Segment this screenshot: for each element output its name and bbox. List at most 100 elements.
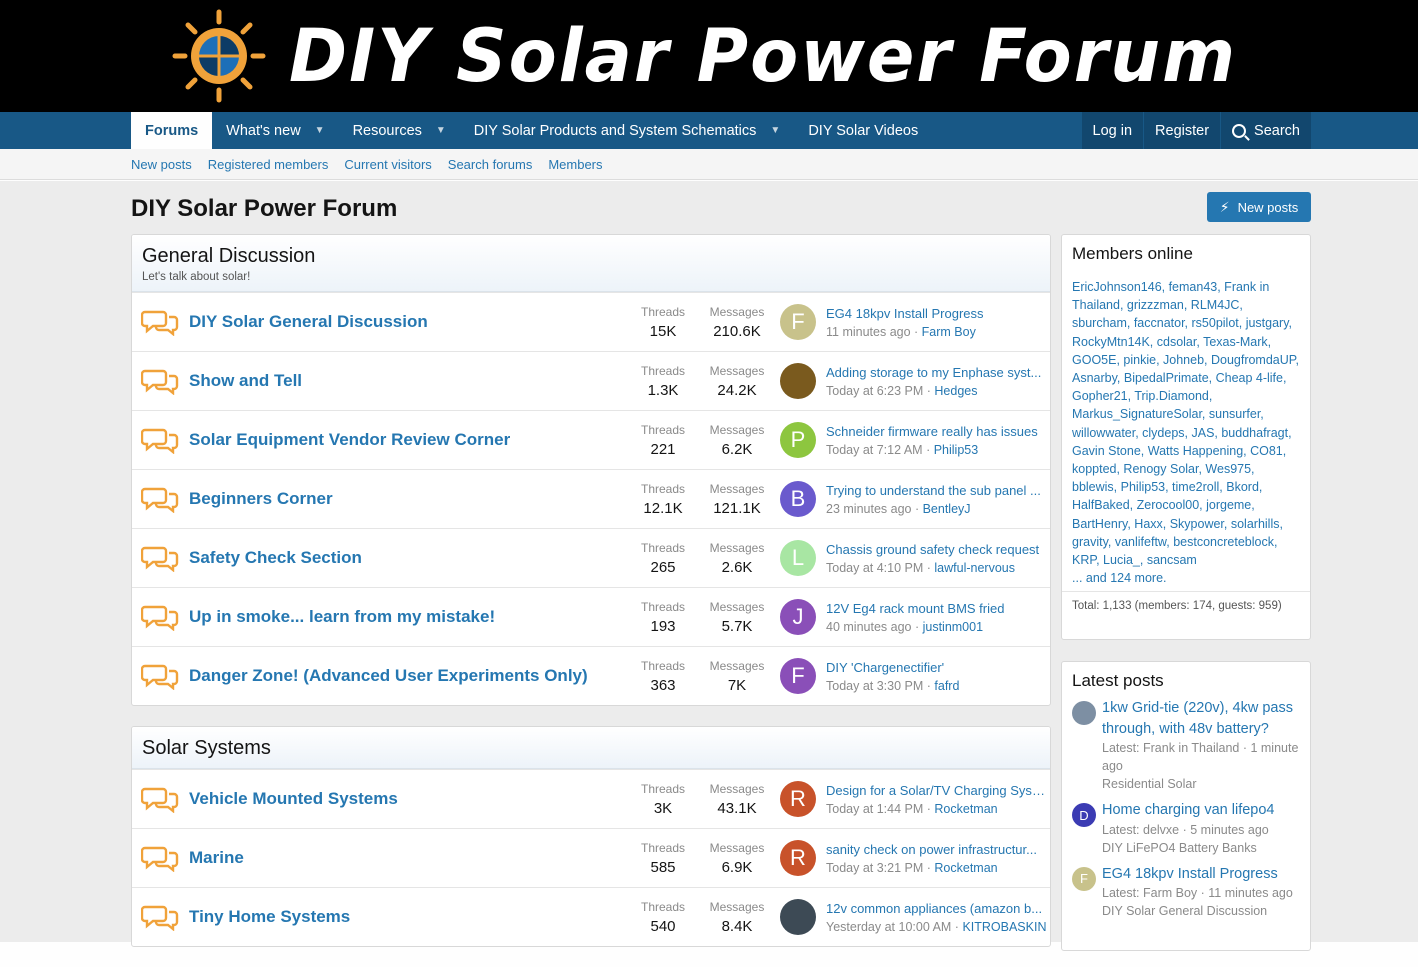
members-more-link[interactable]: ... and 124 more. — [1072, 571, 1167, 585]
forum-title-link[interactable]: DIY Solar General Discussion — [189, 312, 629, 332]
avatar[interactable]: L — [780, 540, 816, 576]
threads-stat: Threads 15K — [632, 305, 694, 340]
threads-stat: Threads 265 — [632, 541, 694, 576]
chevron-down-icon[interactable]: ▼ — [770, 125, 780, 136]
forum-title-link[interactable]: Marine — [189, 848, 629, 868]
last-post-title[interactable]: EG4 18kpv Install Progress — [826, 306, 1046, 321]
forum-chat-icon — [140, 367, 179, 396]
threads-stat: Threads 585 — [632, 841, 694, 876]
new-posts-label: New posts — [1237, 199, 1299, 215]
avatar[interactable]: F — [780, 304, 816, 340]
threads-label: Threads — [640, 363, 686, 378]
last-post-title[interactable]: Chassis ground safety check request — [826, 542, 1046, 557]
last-post-title[interactable]: Schneider firmware really has issues — [826, 424, 1046, 439]
latest-post-title[interactable]: Home charging van lifepo4 — [1102, 800, 1275, 821]
avatar[interactable] — [1072, 701, 1096, 725]
last-post-time[interactable]: Today at 7:12 AM — [826, 443, 923, 457]
last-post-user[interactable]: KITROBASKIN — [962, 920, 1046, 934]
last-post-user[interactable]: Hedges — [934, 384, 977, 398]
latest-post-title[interactable]: EG4 18kpv Install Progress — [1102, 864, 1293, 885]
last-post-time[interactable]: Today at 3:30 PM — [826, 679, 923, 693]
login-button[interactable]: Log in — [1081, 112, 1144, 149]
subnav-members[interactable]: Members — [548, 157, 602, 172]
last-post-time[interactable]: Today at 4:10 PM — [826, 561, 923, 575]
last-post-user[interactable]: lawful-nervous — [934, 561, 1015, 575]
nav-tab-products-schematics[interactable]: DIY Solar Products and System Schematics… — [460, 112, 795, 149]
latest-post-forum[interactable]: DIY LiFePO4 Battery Banks — [1102, 839, 1275, 857]
members-online-names[interactable]: EricJohnson146, feman43, Frank in Thaila… — [1072, 280, 1299, 567]
threads-count: 1.3K — [647, 381, 679, 399]
last-post-title[interactable]: 12v common appliances (amazon b... — [826, 901, 1046, 916]
avatar[interactable]: F — [1072, 866, 1096, 891]
forum-title-link[interactable]: Safety Check Section — [189, 548, 629, 568]
chevron-down-icon[interactable]: ▼ — [315, 125, 325, 136]
avatar[interactable]: R — [780, 840, 816, 876]
category-title[interactable]: Solar Systems — [142, 737, 1040, 760]
forum-chat-icon — [140, 785, 179, 814]
last-post-user[interactable]: Rocketman — [934, 861, 997, 875]
last-post-user[interactable]: justinm001 — [923, 620, 983, 634]
subnav-search-forums[interactable]: Search forums — [448, 157, 533, 172]
latest-post-forum[interactable]: Residential Solar — [1102, 775, 1300, 793]
chevron-down-icon[interactable]: ▼ — [436, 125, 446, 136]
category-description: Let's talk about solar! — [142, 271, 251, 283]
members-online-list[interactable]: EricJohnson146, feman43, Frank in Thaila… — [1062, 264, 1310, 591]
messages-count: 8.4K — [721, 917, 753, 935]
avatar[interactable] — [780, 899, 816, 935]
avatar[interactable]: P — [780, 422, 816, 458]
nav-tab-whats-new[interactable]: What's new ▼ — [212, 112, 338, 149]
last-post-user[interactable]: Rocketman — [934, 802, 997, 816]
search-button[interactable]: Search — [1221, 112, 1311, 149]
last-post-user[interactable]: Farm Boy — [922, 325, 976, 339]
site-logo[interactable]: DIY Solar Power Forum — [171, 8, 1237, 104]
forum-title-link[interactable]: Up in smoke... learn from my mistake! — [189, 607, 629, 627]
nav-tab-videos[interactable]: DIY Solar Videos — [794, 112, 932, 149]
avatar[interactable]: R — [780, 781, 816, 817]
last-post-title[interactable]: Design for a Solar/TV Charging Syst... — [826, 783, 1046, 798]
last-post-time[interactable]: 11 minutes ago — [826, 325, 911, 339]
last-post-time[interactable]: 23 minutes ago — [826, 502, 911, 516]
messages-count: 24.2K — [717, 381, 757, 399]
last-post-time[interactable]: 40 minutes ago — [826, 620, 911, 634]
last-post-title[interactable]: DIY 'Chargenectifier' — [826, 660, 1046, 675]
nav-tab-forums[interactable]: Forums — [131, 112, 213, 149]
messages-count: 43.1K — [717, 799, 757, 817]
forum-title-link[interactable]: Tiny Home Systems — [189, 907, 629, 927]
latest-post-title[interactable]: 1kw Grid-tie (220v), 4kw pass through, w… — [1102, 698, 1300, 739]
threads-count: 540 — [650, 917, 676, 935]
last-post-title[interactable]: sanity check on power infrastructur... — [826, 842, 1046, 857]
category-title[interactable]: General Discussion — [142, 245, 1040, 268]
latest-post-forum[interactable]: DIY Solar General Discussion — [1102, 902, 1293, 920]
last-post-title[interactable]: Trying to understand the sub panel ... — [826, 483, 1046, 498]
register-button[interactable]: Register — [1144, 112, 1221, 149]
last-post-time[interactable]: Today at 6:23 PM — [826, 384, 923, 398]
new-posts-button[interactable]: ⚡ New posts — [1207, 192, 1311, 222]
forum-title-link[interactable]: Danger Zone! (Advanced User Experiments … — [189, 666, 629, 686]
last-post-title[interactable]: 12V Eg4 rack mount BMS fried — [826, 601, 1046, 616]
threads-count: 265 — [650, 558, 676, 576]
last-post-time[interactable]: Today at 1:44 PM — [826, 802, 923, 816]
avatar[interactable]: J — [780, 599, 816, 635]
avatar[interactable]: F — [780, 658, 816, 694]
forum-title-link[interactable]: Show and Tell — [189, 371, 629, 391]
subnav-new-posts[interactable]: New posts — [131, 157, 192, 172]
last-post-user[interactable]: fafrd — [934, 679, 959, 693]
last-post-title[interactable]: Adding storage to my Enphase syst... — [826, 365, 1046, 380]
last-post-time[interactable]: Today at 3:21 PM — [826, 861, 923, 875]
last-post-time[interactable]: Yesterday at 10:00 AM — [826, 920, 951, 934]
last-post: 12V Eg4 rack mount BMS fried 40 minutes a… — [826, 601, 1046, 634]
nav-tab-resources[interactable]: Resources ▼ — [339, 112, 460, 149]
subnav-registered-members[interactable]: Registered members — [208, 157, 329, 172]
subnav-current-visitors[interactable]: Current visitors — [344, 157, 431, 172]
messages-count: 121.1K — [713, 499, 761, 517]
last-post-user[interactable]: Philip53 — [934, 443, 978, 457]
forum-title-link[interactable]: Beginners Corner — [189, 489, 629, 509]
forum-title-link[interactable]: Vehicle Mounted Systems — [189, 789, 629, 809]
forum-chat-icon — [140, 844, 179, 873]
forum-title-link[interactable]: Solar Equipment Vendor Review Corner — [189, 430, 629, 450]
avatar[interactable]: D — [1072, 803, 1096, 827]
avatar[interactable]: B — [780, 481, 816, 517]
avatar[interactable] — [780, 363, 816, 399]
last-post-user[interactable]: BentleyJ — [923, 502, 971, 516]
last-post: 12v common appliances (amazon b... Yester… — [826, 900, 1047, 934]
